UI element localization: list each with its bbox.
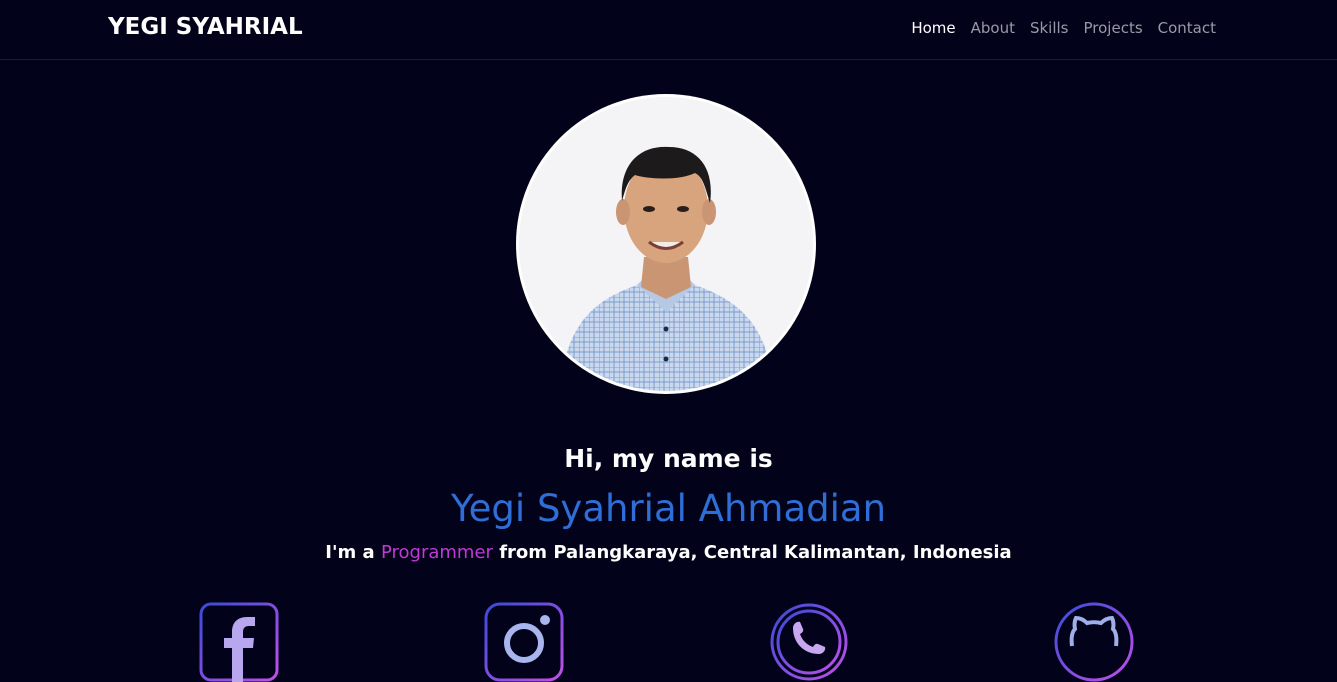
instagram-icon — [484, 602, 564, 682]
nav-skills[interactable]: Skills — [1030, 19, 1069, 37]
hero-name: Yegi Syahrial Ahmadian — [450, 487, 887, 530]
hero-greeting: Hi, my name is — [564, 444, 773, 473]
nav-contact[interactable]: Contact — [1158, 19, 1216, 37]
facebook-link[interactable] — [199, 602, 279, 682]
hero-tagline: I'm a Programmer from Palangkaraya, Cent… — [0, 542, 1337, 563]
nav-links: Home About Skills Projects Contact — [911, 19, 1216, 37]
phone-link[interactable] — [769, 602, 849, 682]
phone-icon — [770, 603, 848, 681]
facebook-icon — [199, 602, 279, 682]
navbar: YEGI SYAHRIAL Home About Skills Projects… — [0, 0, 1337, 60]
brand-logo[interactable]: YEGI SYAHRIAL — [108, 14, 303, 40]
nav-projects[interactable]: Projects — [1084, 19, 1143, 37]
profile-photo — [516, 94, 816, 394]
tagline-role: Programmer — [380, 542, 493, 563]
github-icon — [1054, 602, 1134, 682]
nav-about[interactable]: About — [971, 19, 1015, 37]
person-portrait — [519, 97, 813, 391]
tagline-suffix: from Palangkaraya, Central Kalimantan, I… — [499, 542, 1012, 563]
profile-photo-image — [519, 97, 813, 391]
tagline-prefix: I'm a — [325, 542, 375, 563]
github-link[interactable] — [1054, 602, 1134, 682]
instagram-link[interactable] — [484, 602, 564, 682]
nav-home[interactable]: Home — [911, 19, 955, 37]
